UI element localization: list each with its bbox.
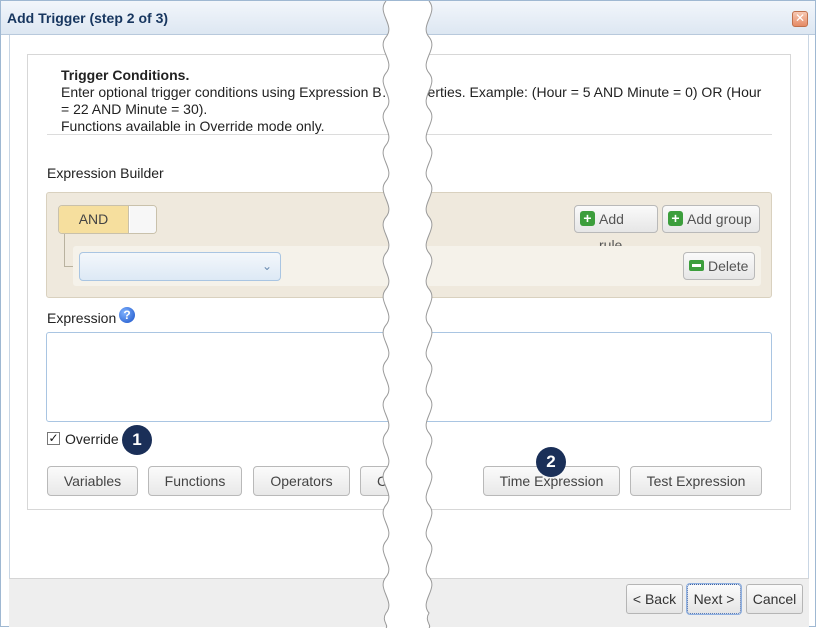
and-button[interactable]: AND xyxy=(59,206,129,233)
help-icon[interactable]: ? xyxy=(119,307,135,323)
dialog-title: Add Trigger (step 2 of 3) xyxy=(7,10,169,26)
expression-label: Expression xyxy=(47,310,117,326)
add-group-button[interactable]: + Add group xyxy=(662,205,760,233)
cancel-button[interactable]: Cancel xyxy=(746,584,803,614)
test-expression-button[interactable]: Test Expression xyxy=(630,466,762,496)
callout-badge-2: 2 xyxy=(536,447,566,477)
callout-badge-1: 1 xyxy=(122,425,152,455)
override-checkbox[interactable]: ✓ xyxy=(47,432,60,445)
condition-toggle: AND xyxy=(58,205,157,234)
functions-button[interactable]: Functions xyxy=(148,466,242,496)
conditions-note: Functions available in Override mode onl… xyxy=(61,118,325,134)
add-group-label: Add group xyxy=(687,211,752,227)
override-label: Override xyxy=(65,431,119,447)
torn-edge-overlay xyxy=(382,1,433,628)
back-button[interactable]: < Back xyxy=(626,584,683,614)
torn-edge-left xyxy=(382,1,390,628)
conditions-heading: Trigger Conditions. xyxy=(61,67,190,83)
rule-field-select[interactable]: ⌄ xyxy=(79,252,281,281)
variables-button[interactable]: Variables xyxy=(47,466,138,496)
expression-builder-label: Expression Builder xyxy=(47,165,164,181)
next-button[interactable]: Next > xyxy=(686,583,742,615)
check-icon: ✓ xyxy=(48,431,59,445)
delete-label: Delete xyxy=(708,258,749,274)
delete-rule-button[interactable]: Delete xyxy=(683,252,755,280)
torn-edge-right xyxy=(425,1,433,628)
plus-icon: + xyxy=(580,211,595,226)
or-button[interactable] xyxy=(130,206,156,233)
torn-gap-fill xyxy=(383,1,432,628)
close-icon[interactable]: ✕ xyxy=(792,11,808,27)
plus-icon: + xyxy=(668,211,683,226)
minus-icon xyxy=(689,260,704,271)
add-rule-button[interactable]: + Add rule xyxy=(574,205,658,253)
chevron-down-icon: ⌄ xyxy=(261,259,272,273)
add-trigger-dialog: Add Trigger (step 2 of 3) ✕ Trigger Cond… xyxy=(0,0,816,628)
operators-button[interactable]: Operators xyxy=(253,466,350,496)
